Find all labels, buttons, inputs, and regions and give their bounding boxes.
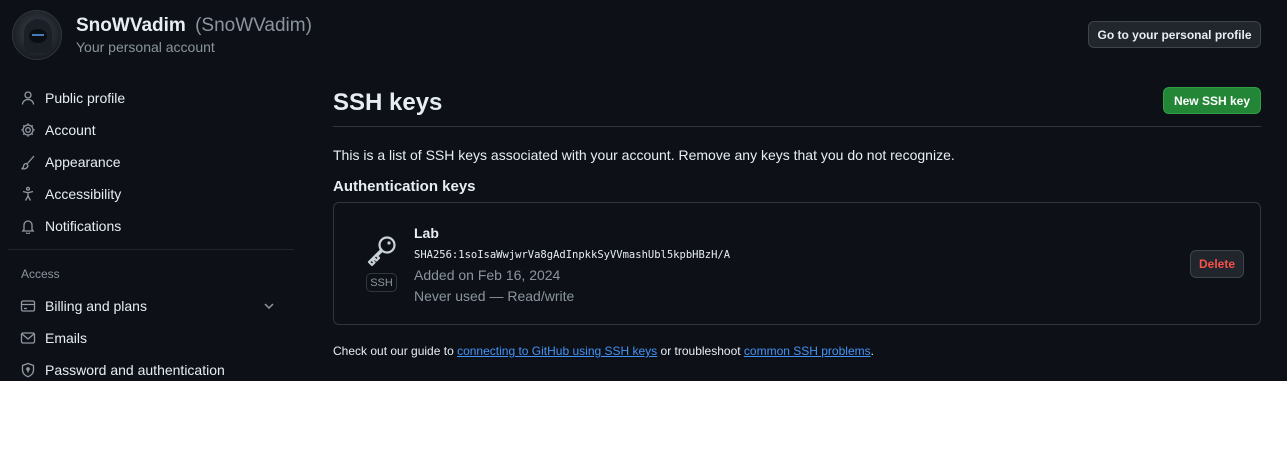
help-note: Check out our guide to connecting to Git… — [333, 344, 874, 358]
ssh-problems-link[interactable]: common SSH problems — [744, 344, 871, 358]
ssh-key-list — [333, 202, 1261, 325]
go-to-profile-button[interactable]: Go to your personal profile — [1088, 21, 1261, 48]
sidebar-item-label: Billing and plans — [45, 298, 147, 314]
sidebar-item-label: Account — [45, 122, 96, 138]
account-subtitle: Your personal account — [76, 39, 215, 55]
key-added-date: Added on Feb 16, 2024 — [414, 267, 561, 283]
ssh-badge: SSH — [366, 273, 397, 292]
sidebar-item-label: Accessibility — [45, 186, 122, 202]
sidebar-item-label: Appearance — [45, 154, 121, 170]
avatar[interactable] — [12, 10, 62, 60]
help-note-suffix: . — [870, 344, 874, 358]
key-usage: Never used — Read/write — [414, 288, 575, 304]
sidebar-item-label: Notifications — [45, 218, 122, 234]
sidebar-heading-access: Access — [21, 267, 60, 281]
person-icon — [21, 91, 35, 105]
sidebar-item-label: Password and authentication — [45, 362, 225, 378]
gear-icon — [21, 123, 35, 137]
credit-card-icon — [20, 300, 36, 312]
help-note-prefix: Check out our guide to — [333, 344, 458, 358]
key-fingerprint: SHA256:1soIsaWwjwrVa8gAdInpkkSyVVmashUbl… — [414, 249, 731, 261]
help-note-middle: or troubleshoot — [657, 344, 744, 358]
key-title: Lab — [414, 225, 439, 241]
mail-icon — [20, 332, 36, 344]
sidebar-item-account[interactable]: Account — [20, 118, 96, 142]
intro-text: This is a list of SSH keys associated wi… — [333, 147, 955, 163]
sidebar-item-billing[interactable]: Billing and plans — [20, 294, 147, 318]
shield-icon — [21, 362, 35, 378]
chevron-down-icon[interactable] — [261, 298, 277, 314]
sidebar-item-label: Emails — [45, 330, 88, 346]
accessibility-icon — [22, 186, 34, 201]
sidebar-item-accessibility[interactable]: Accessibility — [20, 182, 121, 206]
sidebar-item-label: Public profile — [45, 90, 126, 106]
paintbrush-icon — [21, 155, 35, 170]
sidebar-item-public-profile[interactable]: Public profile — [20, 86, 125, 110]
sidebar-item-appearance[interactable]: Appearance — [20, 150, 121, 174]
key-icon — [367, 236, 396, 267]
new-ssh-key-button[interactable]: New SSH key — [1163, 87, 1261, 114]
ssh-guide-link[interactable]: connecting to GitHub using SSH keys — [457, 344, 657, 358]
section-heading: Authentication keys — [333, 178, 476, 195]
sidebar-divider — [8, 249, 294, 250]
account-name: SnoWVadim (SnoWVadim) — [76, 15, 312, 37]
page-title: SSH keys — [333, 89, 443, 116]
account-login: (SnoWVadim) — [195, 15, 312, 36]
sidebar-item-password-auth[interactable]: Password and authentication — [20, 358, 225, 381]
title-divider — [333, 126, 1261, 127]
bell-icon — [21, 220, 35, 234]
account-display-name: SnoWVadim — [76, 15, 186, 36]
sidebar-item-notifications[interactable]: Notifications — [20, 214, 121, 238]
settings-page: SnoWVadim (SnoWVadim) Your personal acco… — [0, 0, 1287, 381]
delete-key-button[interactable]: Delete — [1190, 250, 1244, 278]
sidebar-item-emails[interactable]: Emails — [20, 326, 87, 350]
